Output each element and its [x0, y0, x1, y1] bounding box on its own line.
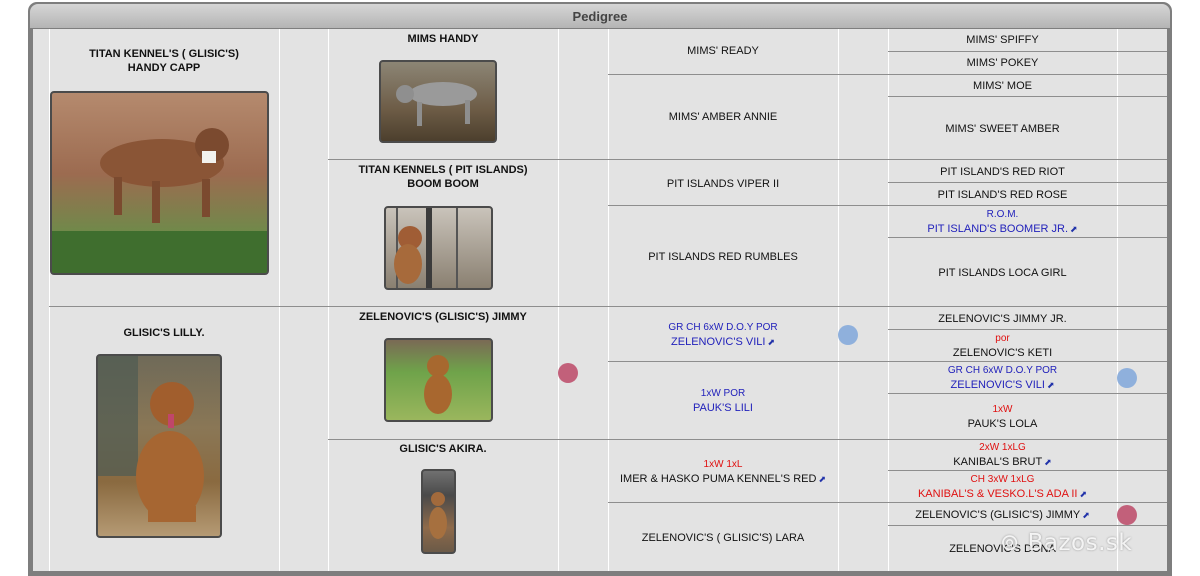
row-sep: [608, 361, 1167, 362]
external-link-icon[interactable]: ⬈: [767, 335, 775, 349]
row-sep: [608, 205, 1167, 206]
g4-name-0: MIMS' SPIFFY: [966, 34, 1039, 46]
g3-link-6[interactable]: IMER & HASKO PUMA KENNEL'S RED ⬈: [608, 472, 838, 486]
row-sep: [888, 237, 1167, 238]
marker-dot-pink: [1117, 505, 1137, 525]
external-link-icon[interactable]: ⬈: [1079, 487, 1087, 501]
row-sep: [49, 306, 1167, 307]
row-sep: [888, 96, 1167, 97]
pedigree-title: Pedigree: [30, 4, 1170, 28]
g4-name-1: MIMS' POKEY: [966, 57, 1039, 69]
dam-sire-photo[interactable]: [384, 338, 493, 422]
sire-dam-photo[interactable]: [384, 206, 493, 290]
col-sep: [838, 29, 839, 571]
g4-name-12[interactable]: KANIBAL'S BRUT: [953, 456, 1042, 468]
g3-name-7: ZELENOVIC'S ( GLISIC'S) LARA: [641, 532, 805, 544]
marker-dot-pink: [558, 363, 578, 383]
g4-name-13[interactable]: KANIBAL'S & VESKO.L'S ADA II: [918, 488, 1078, 500]
row-sep: [608, 502, 1167, 503]
g4-title-6: R.O.M.: [986, 209, 1019, 220]
pedigree-table: TITAN KENNEL'S ( GLISIC'S) HANDY CAPP GL…: [33, 29, 1167, 571]
g3-name-6[interactable]: IMER & HASKO PUMA KENNEL'S RED: [620, 473, 816, 485]
sire-name: TITAN KENNEL'S ( GLISIC'S) HANDY CAPP: [89, 48, 239, 74]
g3-name-5[interactable]: PAUK'S LILI: [608, 401, 838, 415]
external-link-icon[interactable]: ⬈: [818, 472, 826, 486]
g4-name-8: ZELENOVIC'S JIMMY JR.: [938, 313, 1067, 325]
marker-dot-blue: [1117, 368, 1137, 388]
row-sep: [608, 74, 1167, 75]
g4-name-9: ZELENOVIC'S KETI: [952, 347, 1053, 359]
row-sep: [328, 159, 1167, 160]
g4-name-7: PIT ISLANDS LOCA GIRL: [938, 267, 1067, 279]
g4-title-11: 1xW: [992, 404, 1013, 415]
g4-title-13: CH 3xW 1xLG: [970, 474, 1035, 485]
dog-photo: [424, 355, 452, 414]
marker-dot-blue: [838, 325, 858, 345]
col-sep: [328, 29, 329, 571]
g4-name-14[interactable]: ZELENOVIC'S (GLISIC'S) JIMMY: [915, 509, 1080, 521]
sire-dam-name: TITAN KENNELS ( PIT ISLANDS) BOOM BOOM: [358, 164, 528, 190]
g3-name-2: PIT ISLANDS VIPER II: [666, 178, 780, 190]
dam-dam-name: GLISIC'S AKIRA.: [399, 443, 487, 455]
dam-name: GLISIC'S LILLY.: [123, 327, 205, 339]
dam-sire-name: ZELENOVIC'S (GLISIC'S) JIMMY: [359, 311, 527, 323]
g4-name-4: PIT ISLAND'S RED RIOT: [940, 166, 1065, 178]
g3-link-4[interactable]: ZELENOVIC'S VILI ⬈: [608, 335, 838, 349]
g4-name-3: MIMS' SWEET AMBER: [945, 123, 1060, 135]
dog-photo: [429, 492, 447, 539]
g3-title-5: 1xW POR: [700, 388, 746, 399]
row-sep: [328, 439, 1167, 440]
g3-title-4: GR CH 6xW D.O.Y POR: [668, 322, 778, 333]
col-sep: [1117, 29, 1118, 571]
dog-photo: [396, 82, 477, 126]
g4-link-14[interactable]: ZELENOVIC'S (GLISIC'S) JIMMY ⬈: [888, 508, 1117, 522]
watermark-text: Bazos.sk: [1027, 530, 1133, 556]
g4-name-11: PAUK'S LOLA: [967, 418, 1038, 430]
g4-link-13[interactable]: KANIBAL'S & VESKO.L'S ADA II ⬈: [888, 487, 1117, 501]
sire-photo[interactable]: [50, 91, 269, 275]
g4-name-6[interactable]: PIT ISLAND'S BOOMER JR.: [927, 223, 1068, 235]
g4-name-5: PIT ISLAND'S RED ROSE: [937, 189, 1068, 201]
g4-link-6[interactable]: PIT ISLAND'S BOOMER JR. ⬈: [888, 222, 1117, 236]
dam-dam-photo[interactable]: [421, 469, 456, 554]
col-sep: [279, 29, 280, 571]
row-sep: [888, 329, 1167, 330]
sire-sire-photo[interactable]: [379, 60, 497, 143]
g4-title-12: 2xW 1xLG: [979, 442, 1026, 453]
dog-photo: [98, 356, 204, 522]
g4-link-12[interactable]: KANIBAL'S BRUT ⬈: [888, 455, 1117, 469]
external-link-icon[interactable]: ⬈: [1082, 508, 1090, 522]
row-sep: [888, 182, 1167, 183]
row-sep: [888, 51, 1167, 52]
row-sep: [888, 525, 1167, 526]
g4-title-10: GR CH 6xW D.O.Y POR: [947, 365, 1058, 376]
g4-name-2: MIMS' MOE: [973, 80, 1032, 92]
dam-photo[interactable]: [96, 354, 222, 538]
external-link-icon[interactable]: ⬈: [1070, 222, 1078, 236]
row-sep: [888, 393, 1167, 394]
col-sep: [558, 29, 559, 571]
external-link-icon[interactable]: ⬈: [1047, 378, 1055, 392]
sire-sire-name: MIMS HANDY: [407, 33, 479, 45]
g3-name-3: PIT ISLANDS RED RUMBLES: [648, 251, 798, 263]
g3-name-4[interactable]: ZELENOVIC'S VILI: [671, 336, 765, 348]
g4-title-9: por: [995, 333, 1010, 344]
g3-name-1: MIMS' AMBER ANNIE: [668, 111, 778, 123]
external-link-icon[interactable]: ⬈: [1044, 455, 1052, 469]
dog-photo: [394, 208, 458, 288]
g4-name-10[interactable]: ZELENOVIC'S VILI: [951, 379, 1045, 391]
row-sep: [888, 470, 1167, 471]
dog-photo: [52, 128, 267, 273]
g3-name-0: MIMS' READY: [687, 45, 759, 57]
watermark-logo-icon: ⊚: [1000, 530, 1020, 556]
g4-link-10[interactable]: ZELENOVIC'S VILI ⬈: [888, 378, 1117, 392]
watermark: ⊚ Bazos.sk: [1000, 530, 1132, 556]
g3-title-6: 1xW 1xL: [703, 459, 743, 470]
